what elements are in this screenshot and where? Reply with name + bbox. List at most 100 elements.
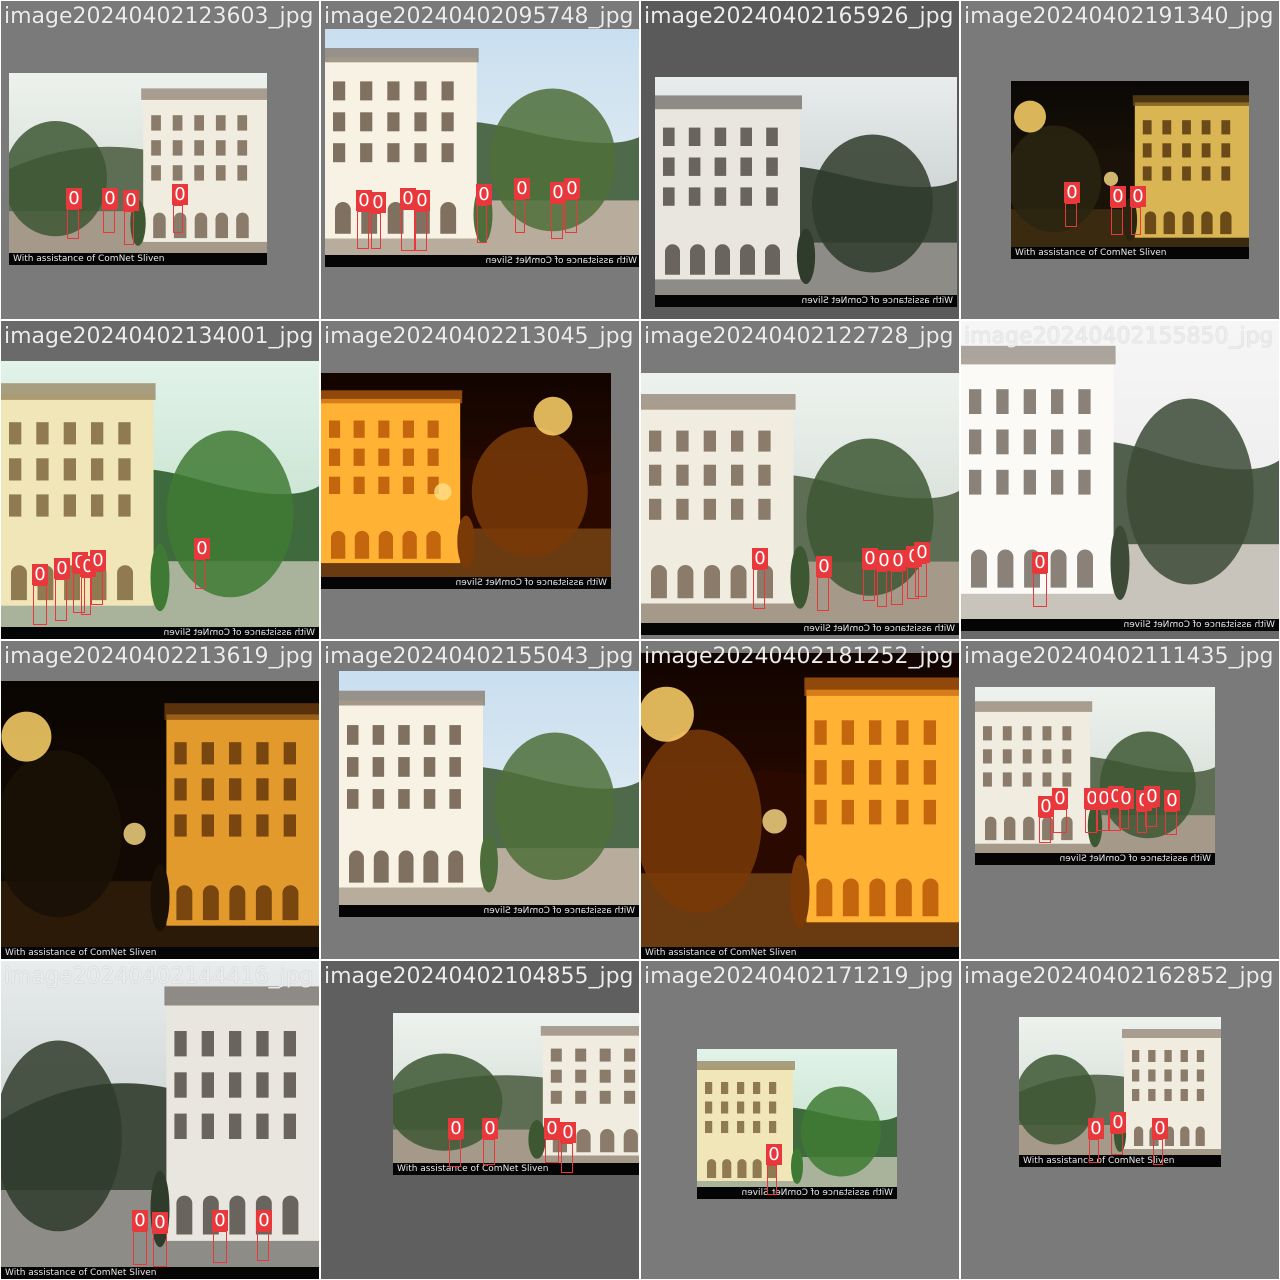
camera-frame: With assistance of ComNet Sliven: [961, 321, 1279, 631]
tile-filename-label: image20240402155850_jpg: [964, 324, 1274, 349]
watermark-caption: With assistance of ComNet Sliven: [339, 905, 639, 917]
detection-box: 0: [482, 1118, 498, 1165]
mosaic-tile: With assistance of ComNet Sliven000000im…: [1, 321, 319, 639]
detection-box: 0: [752, 548, 768, 609]
detection-class-label: 0: [66, 188, 82, 209]
mosaic-tile: With assistance of ComNet Sliven 0 0 0 image…: [961, 1, 1279, 319]
detection-box: 0: [172, 184, 188, 233]
watermark-caption: With assistance of ComNet Sliven: [325, 255, 639, 267]
detection-class-label: 0: [514, 178, 530, 199]
detection-class-label: 0: [102, 188, 118, 209]
detection-class-label: 0: [1130, 186, 1146, 207]
watermark-caption: With assistance of ComNet Sliven: [655, 295, 957, 307]
mosaic-tile: With assistance of ComNet Sliven 0 0 0 image…: [961, 961, 1279, 1279]
detection-class-label: 0: [476, 184, 492, 205]
detection-class-label: 0: [816, 556, 832, 577]
detection-box: 0: [876, 550, 892, 607]
detection-class-label: 0: [890, 550, 906, 571]
detection-box: 0: [132, 1210, 148, 1265]
watermark-caption: With assistance of ComNet Sliven: [697, 1187, 897, 1199]
camera-frame: With assistance of ComNet Sliven: [655, 77, 957, 307]
detection-class-label: 0: [1152, 1118, 1168, 1139]
mosaic-tile: With assistance of ComNet Sliven image202…: [321, 641, 639, 959]
detection-class-label: 0: [1118, 788, 1134, 809]
detection-box: 0: [32, 564, 48, 625]
watermark-caption: With assistance of ComNet Sliven: [321, 577, 611, 589]
watermark-caption: With assistance of ComNet Sliven: [641, 947, 959, 959]
detection-box: 0: [356, 190, 372, 249]
tile-filename-label: image20240402111435_jpg: [964, 644, 1274, 669]
detection-box: 0: [80, 556, 96, 615]
tile-filename-label: image20240402155043_jpg: [324, 644, 634, 669]
detection-box: 0: [890, 550, 906, 605]
detection-class-label: 0: [1164, 790, 1180, 811]
detection-class-label: 0: [1052, 788, 1068, 809]
detection-box: 0: [66, 188, 82, 239]
detection-box: 0: [766, 1144, 782, 1195]
detection-box: 0: [414, 190, 430, 251]
detection-box: 0: [1088, 1118, 1104, 1163]
tile-filename-label: image20240402181252_jpg: [644, 644, 954, 669]
mosaic-tile: With assistance of ComNet Sliven image202…: [321, 321, 639, 639]
camera-frame: With assistance of ComNet Sliven: [321, 373, 611, 589]
mosaic-tile: With assistance of ComNet Sliven 0 0 0 0 0 0 0 0…: [961, 641, 1279, 959]
tile-filename-label: image20240402095748_jpg: [324, 4, 634, 29]
camera-frame: With assistance of ComNet Sliven: [1, 681, 319, 959]
camera-frame: With assistance of ComNet Sliven: [641, 653, 959, 959]
watermark-caption: With assistance of ComNet Sliven: [393, 1163, 639, 1175]
detection-class-label: 0: [414, 190, 430, 211]
detection-class-label: 0: [172, 184, 188, 205]
detection-box: 0: [544, 1118, 560, 1163]
detection-box: 0: [1110, 186, 1126, 235]
tile-filename-label: image20240402122728_jpg: [644, 324, 954, 349]
detection-box: 0: [1110, 1112, 1126, 1155]
tile-filename-label: image20240402104855_jpg: [324, 964, 634, 989]
watermark-caption: With assistance of ComNet Sliven: [961, 619, 1279, 631]
detection-box: 0: [862, 548, 878, 601]
detection-box: 0: [256, 1210, 272, 1261]
mosaic-tile: With assistance of ComNet Sliven image202…: [641, 1, 959, 319]
detection-class-label: 0: [1032, 552, 1048, 573]
tile-filename-label: image20240402213619_jpg: [4, 644, 314, 669]
watermark-caption: With assistance of ComNet Sliven: [1, 627, 319, 639]
detection-class-label: 0: [1144, 786, 1160, 807]
camera-frame: With assistance of ComNet Sliven: [1011, 81, 1249, 259]
detection-class-label: 0: [132, 1210, 148, 1231]
watermark-caption: With assistance of ComNet Sliven: [1, 947, 319, 959]
detection-box: 0: [54, 558, 70, 621]
tile-filename-label: image20240402171219_jpg: [644, 964, 954, 989]
detection-class-label: 0: [448, 1118, 464, 1139]
detection-class-label: 0: [482, 1118, 498, 1139]
detection-class-label: 0: [1110, 186, 1126, 207]
detection-box: 0: [476, 184, 492, 243]
detection-box: 0: [1164, 790, 1180, 835]
detection-class-label: 0: [766, 1144, 782, 1165]
detection-class-label: 0: [1110, 1112, 1126, 1133]
detection-box: 0: [1038, 796, 1054, 843]
detection-box: 0: [1096, 788, 1112, 831]
detection-box: 0: [1032, 552, 1048, 607]
mosaic-tile: With assistance of ComNet Sliven 0 0 0 0 imag…: [1, 961, 319, 1279]
camera-frame: With assistance of ComNet Sliven: [9, 73, 267, 265]
mosaic-tile: With assistance of ComNet Sliven0000000i…: [641, 321, 959, 639]
watermark-caption: With assistance of ComNet Sliven: [1019, 1155, 1221, 1167]
detection-class-label: 0: [370, 192, 386, 213]
detection-class-label: 0: [560, 1122, 576, 1143]
detection-box: 0: [550, 182, 566, 239]
detection-class-label: 0: [256, 1210, 272, 1231]
detection-box: 0: [123, 190, 139, 245]
detection-class-label: 0: [123, 190, 139, 211]
detection-box: 0: [370, 192, 386, 249]
watermark-caption: With assistance of ComNet Sliven: [975, 853, 1215, 865]
detection-class-label: 0: [212, 1210, 228, 1231]
detection-box: 0: [1144, 786, 1160, 827]
detection-class-label: 0: [90, 550, 106, 571]
detection-box: 0: [1118, 788, 1134, 829]
watermark-caption: With assistance of ComNet Sliven: [1011, 247, 1249, 259]
watermark-caption: With assistance of ComNet Sliven: [9, 253, 267, 265]
watermark-caption: With assistance of ComNet Sliven: [641, 623, 959, 635]
detection-box: 0: [90, 550, 106, 605]
detection-box: 0: [1130, 186, 1146, 235]
detection-class-label: 0: [194, 538, 210, 559]
tile-filename-label: image20240402162852_jpg: [964, 964, 1274, 989]
